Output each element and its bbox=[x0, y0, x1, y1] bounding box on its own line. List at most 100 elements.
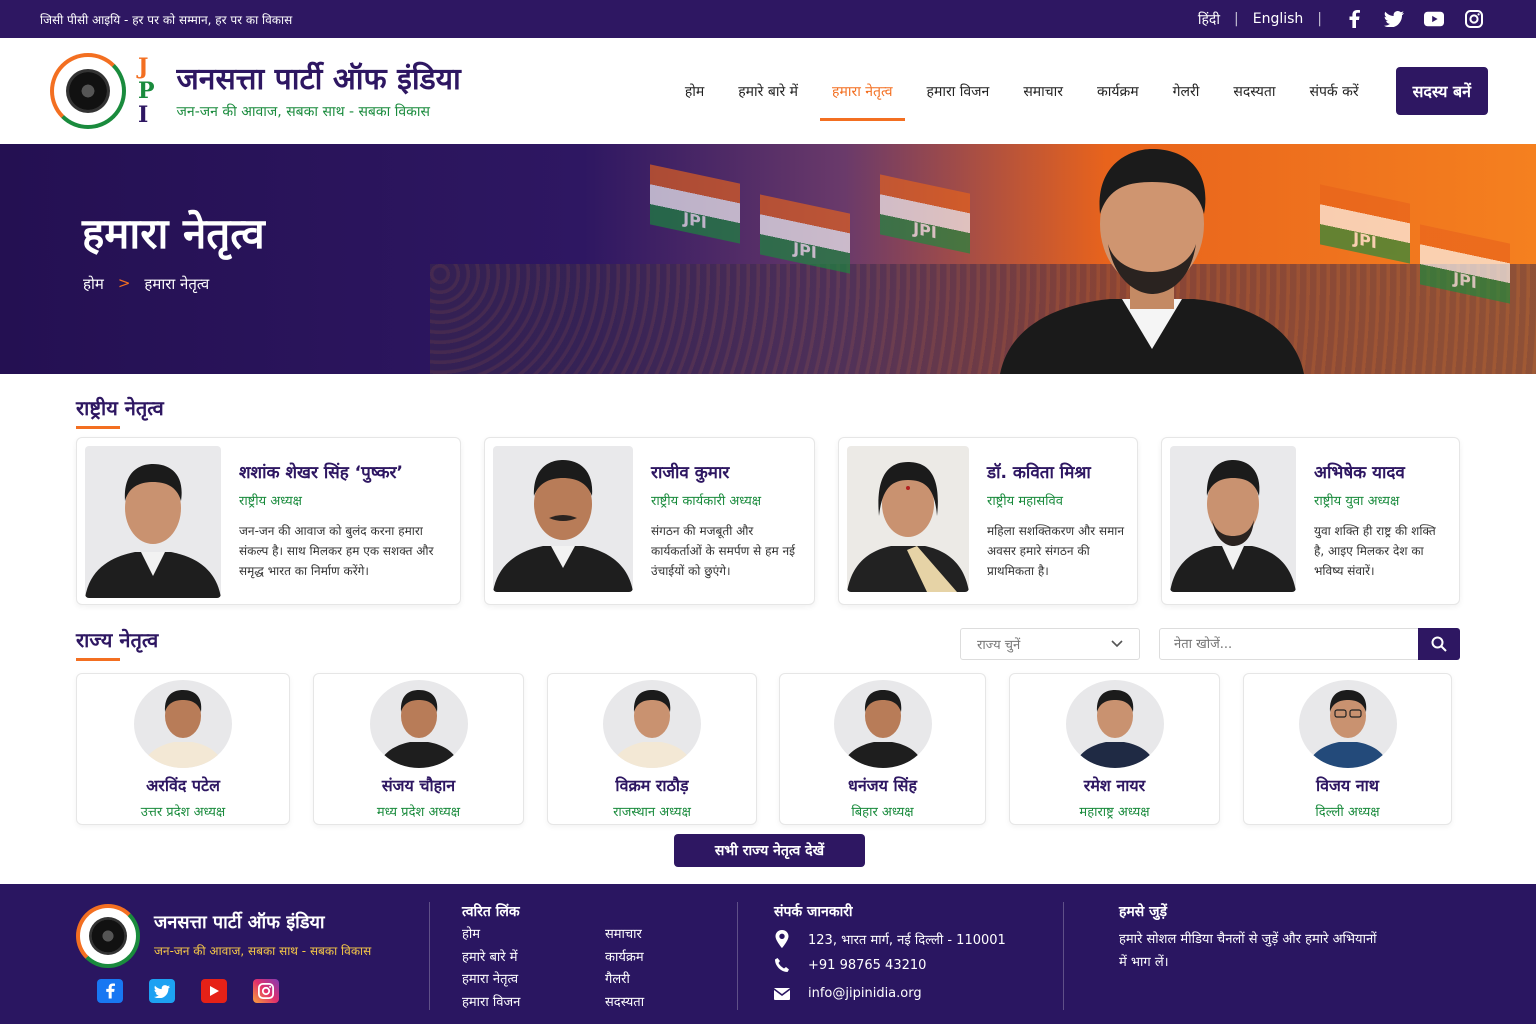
map-pin-icon bbox=[775, 930, 789, 948]
nav-programs[interactable]: कार्यक्रम bbox=[1097, 72, 1139, 111]
footer-link[interactable]: हमारे बारे में bbox=[462, 947, 520, 970]
leader-photo bbox=[847, 446, 969, 592]
state-leader-photo bbox=[134, 680, 232, 768]
leader-role: राष्ट्रीय महासविव bbox=[987, 494, 1063, 509]
site-header: J P I जनसत्ता पार्टी ऑफ इंडिया जन-जन की … bbox=[0, 38, 1536, 144]
leader-photo bbox=[493, 446, 633, 592]
leader-card[interactable]: राजीव कुमार राष्ट्रीय कार्यकारी अध्यक्ष … bbox=[484, 437, 815, 605]
top-tagline: जिसी पीसी आइयि - हर पर को सम्मान, हर पर … bbox=[40, 12, 293, 27]
leader-card[interactable]: डॉ. कविता मिश्रा राष्ट्रीय महासविव महिला… bbox=[838, 437, 1138, 605]
twitter-icon[interactable] bbox=[1384, 9, 1404, 29]
state-leadership-title: राज्य नेतृत्व bbox=[76, 628, 159, 661]
flag-image: JPI bbox=[760, 194, 850, 274]
leader-name: शशांक शेखर सिंह ‘पुष्कर’ bbox=[239, 463, 403, 483]
leader-description: जन-जन की आवाज को बुलंद करना हमारा संकल्प… bbox=[239, 524, 434, 578]
state-leader-photo bbox=[369, 680, 468, 768]
connect-title: हमसे जुड़ें bbox=[1119, 904, 1168, 920]
leader-description: महिला सशक्तिकरण और समान अवसर हमारे संगठन… bbox=[987, 524, 1125, 578]
nav-about[interactable]: हमारे बारे में bbox=[738, 72, 798, 111]
state-leader-card[interactable]: धनंजय सिंह बिहार अध्यक्ष bbox=[779, 673, 986, 825]
state-leader-photo bbox=[833, 680, 932, 768]
quick-links-title: त्वरित लिंक bbox=[462, 904, 520, 920]
nav-leadership[interactable]: हमारा नेतृत्व bbox=[819, 72, 906, 121]
site-footer: जनसत्ता पार्टी ऑफ इंडिया जन-जन की आवाज, … bbox=[0, 884, 1536, 1024]
quick-links-col-2: समाचार कार्यक्रम गैलरी सदस्यता bbox=[605, 924, 644, 1014]
leader-search-input[interactable] bbox=[1159, 628, 1419, 660]
state-leader-photo bbox=[603, 680, 701, 768]
leader-role: राष्ट्रीय अध्यक्ष bbox=[239, 494, 302, 509]
state-leader-photo bbox=[1298, 680, 1397, 768]
twitter-icon[interactable] bbox=[149, 979, 175, 1003]
nav-home[interactable]: होम bbox=[685, 72, 704, 111]
nav-news[interactable]: समाचार bbox=[1023, 72, 1063, 111]
state-leader-card[interactable]: विक्रम राठौड़ राजस्थान अध्यक्ष bbox=[547, 673, 757, 825]
contact-email: info@jipinidia.org bbox=[774, 986, 922, 1001]
crowd-image bbox=[430, 264, 1536, 374]
facebook-icon[interactable] bbox=[97, 979, 123, 1003]
youtube-icon[interactable] bbox=[1424, 9, 1444, 29]
state-leader-name: धनंजय सिंह bbox=[848, 776, 917, 795]
quick-links-col-1: होम हमारे बारे में हमारा नेतृत्व हमारा व… bbox=[462, 924, 520, 1014]
footer-link[interactable]: हमारा नेतृत्व bbox=[462, 969, 520, 992]
site-tagline: जन-जन की आवाज, सबका साथ - सबका विकास bbox=[176, 103, 431, 120]
state-leader-role: राजस्थान अध्यक्ष bbox=[613, 805, 691, 820]
footer-link[interactable]: हमारा विजन bbox=[462, 992, 520, 1015]
instagram-icon[interactable] bbox=[253, 979, 279, 1003]
leader-photo bbox=[85, 446, 221, 598]
main-nav: होम हमारे बारे में हमारा नेतृत्व हमारा व… bbox=[668, 72, 1376, 121]
breadcrumb: होम > हमारा नेतृत्व bbox=[83, 274, 209, 294]
search-button[interactable] bbox=[1418, 628, 1460, 660]
footer-link[interactable]: कार्यक्रम bbox=[605, 947, 644, 970]
leader-card[interactable]: अभिषेक यादव राष्ट्रीय युवा अध्यक्ष युवा … bbox=[1161, 437, 1460, 605]
leader-card[interactable]: शशांक शेखर सिंह ‘पुष्कर’ राष्ट्रीय अध्यक… bbox=[76, 437, 461, 605]
divider bbox=[429, 902, 430, 1010]
search-icon bbox=[1431, 636, 1447, 652]
divider: | bbox=[1317, 11, 1322, 27]
leader-description: युवा शक्ति ही राष्ट्र की शक्ति है, आइए म… bbox=[1314, 524, 1436, 578]
nav-vision[interactable]: हमारा विजन bbox=[927, 72, 990, 111]
contact-address: 123, भारत मार्ग, नई दिल्ली - 110001 bbox=[774, 930, 1006, 948]
view-all-state-leaders-button[interactable]: सभी राज्य नेतृत्व देखें bbox=[674, 834, 865, 867]
state-leader-name: विजय नाथ bbox=[1315, 776, 1379, 795]
nav-contact[interactable]: संपर्क करें bbox=[1309, 72, 1358, 111]
language-hindi-link[interactable]: हिंदी bbox=[1198, 10, 1220, 29]
breadcrumb-separator: > bbox=[117, 274, 131, 292]
page-title: हमारा नेतृत्व bbox=[82, 209, 265, 258]
language-english-link[interactable]: English bbox=[1253, 11, 1304, 27]
nav-gallery[interactable]: गेलरी bbox=[1173, 72, 1200, 111]
footer-logo[interactable] bbox=[76, 904, 140, 968]
hero-banner: JPI JPI JPI JPI JPI हमारा नेतृत्व होम > … bbox=[0, 144, 1536, 374]
flag-image: JPI bbox=[880, 174, 970, 254]
leader-name: डॉ. कविता मिश्रा bbox=[987, 463, 1091, 483]
footer-title: जनसत्ता पार्टी ऑफ इंडिया bbox=[154, 912, 325, 933]
leader-portrait bbox=[1000, 149, 1304, 374]
state-select[interactable]: राज्य चुनें bbox=[960, 628, 1140, 660]
connect-text: हमारे सोशल मीडिया चैनलों से जुड़ें और हम… bbox=[1119, 932, 1377, 970]
footer-tagline: जन-जन की आवाज, सबका साथ - सबका विकास bbox=[154, 944, 372, 958]
instagram-icon[interactable] bbox=[1464, 9, 1484, 29]
divider bbox=[737, 902, 738, 1010]
flag-image: JPI bbox=[650, 164, 740, 244]
footer-link[interactable]: होम bbox=[462, 924, 520, 947]
facebook-icon[interactable] bbox=[1344, 9, 1364, 29]
state-leader-name: अरविंद पटेल bbox=[146, 776, 220, 795]
phone-icon bbox=[775, 958, 789, 972]
breadcrumb-home[interactable]: होम bbox=[83, 274, 104, 294]
nav-membership[interactable]: सदस्यता bbox=[1233, 72, 1275, 111]
tyre-icon bbox=[89, 917, 127, 955]
site-title: जनसत्ता पार्टी ऑफ इंडिया bbox=[176, 61, 461, 97]
state-leader-card[interactable]: रमेश नायर महाराष्ट्र अध्यक्ष bbox=[1009, 673, 1220, 825]
become-member-button[interactable]: सदस्य बनें bbox=[1395, 67, 1488, 115]
footer-link[interactable]: गैलरी bbox=[605, 969, 644, 992]
youtube-icon[interactable] bbox=[201, 979, 227, 1003]
divider bbox=[1063, 902, 1064, 1010]
state-leader-card[interactable]: अरविंद पटेल उत्तर प्रदेश अध्यक्ष bbox=[76, 673, 290, 825]
party-logo[interactable] bbox=[50, 53, 126, 129]
state-leader-role: बिहार अध्यक्ष bbox=[851, 805, 914, 820]
state-leader-card[interactable]: विजय नाथ दिल्ली अध्यक्ष bbox=[1243, 673, 1452, 825]
leader-name: राजीव कुमार bbox=[651, 463, 730, 483]
footer-link[interactable]: समाचार bbox=[605, 924, 644, 947]
footer-link[interactable]: सदस्यता bbox=[605, 992, 644, 1015]
leader-description: संगठन की मजबूती और कार्यकर्ताओं के समर्प… bbox=[651, 524, 795, 578]
state-leader-card[interactable]: संजय चौहान मध्य प्रदेश अध्यक्ष bbox=[313, 673, 524, 825]
